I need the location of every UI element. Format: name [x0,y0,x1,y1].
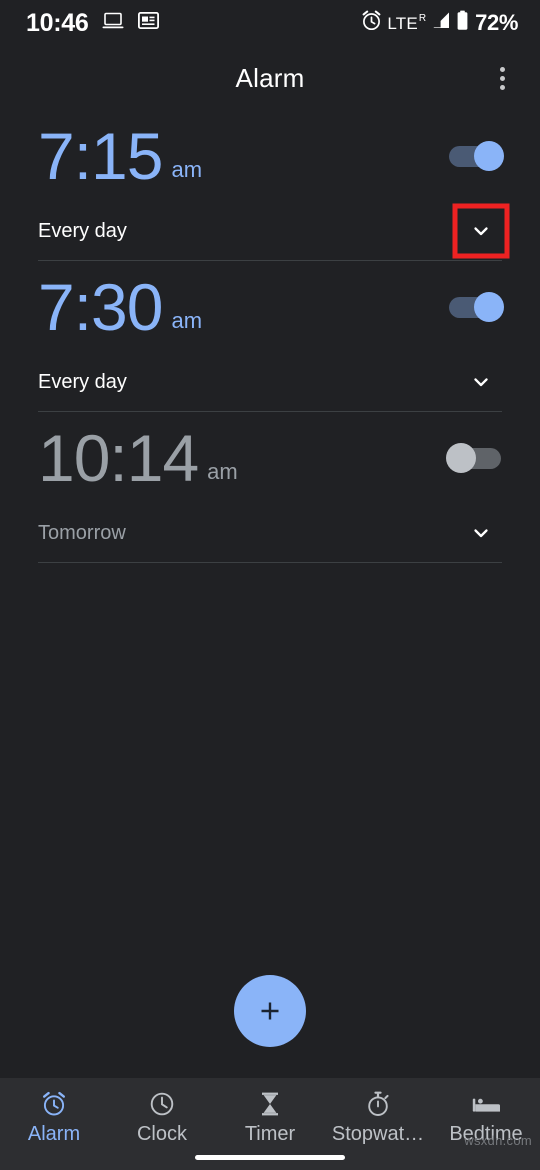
nav-item-timer[interactable]: Timer [216,1090,324,1146]
status-bar-left: 10:46 [26,8,160,37]
app-bar: Alarm [0,46,540,110]
status-bar: 10:46 LTE R 72% [0,0,540,46]
nav-item-clock[interactable]: Clock [108,1090,216,1146]
plus-icon [261,1002,279,1020]
alarm-expand-button[interactable] [458,510,504,556]
nav-label-clock: Clock [136,1123,187,1145]
nav-label-alarm: Alarm [27,1123,81,1145]
battery-icon [456,10,469,36]
bed-icon [471,1090,501,1118]
toggle-thumb [474,141,504,171]
stopwatch-icon [364,1090,392,1118]
overflow-menu-button[interactable] [482,58,522,98]
alarm-clock-icon [40,1090,68,1118]
network-type: LTE R [387,12,427,33]
nav-item-alarm[interactable]: Alarm [0,1090,108,1146]
hourglass-icon [256,1090,284,1118]
add-alarm-fab[interactable] [234,975,306,1047]
alarm-time-digits: 10:14 [38,421,199,495]
status-bar-clock: 10:46 [26,8,89,37]
alarm-schedule-row: Tomorrow [0,504,540,562]
alarm-time[interactable]: 7:30 am [38,274,446,340]
alarm-time-meridiem: am [171,308,203,333]
news-card-icon [138,11,160,34]
signal-icon [431,11,451,35]
alarm-schedule-row: Every day [0,202,540,260]
alarm-time-row: 7:15 am [0,110,540,202]
nav-item-stopwatch[interactable]: Stopwat… [324,1090,432,1146]
alarm-list: 7:15 am Every day 7:30 am Every day 10:1… [0,110,540,563]
toggle-thumb [474,292,504,322]
nav-label-timer: Timer [244,1123,296,1145]
alarm-time-row: 10:14 am [0,412,540,504]
chevron-down-icon [474,529,488,538]
alarm-toggle[interactable] [446,441,504,475]
chevron-down-icon [474,378,488,387]
network-label: LTE [387,13,418,33]
alarm-time-digits: 7:30 [38,270,163,344]
battery-percent: 72% [475,10,518,35]
toggle-thumb [446,443,476,473]
list-divider [38,562,502,563]
nav-label-stopwatch: Stopwat… [331,1123,425,1145]
alarm-toggle[interactable] [446,290,504,324]
dot-icon [499,66,505,72]
watermark: wsxdn.com [464,1133,532,1148]
laptop-cast-icon [102,12,124,35]
clock-icon [148,1090,176,1118]
alarm-item[interactable]: 10:14 am Tomorrow [0,412,540,562]
alarm-time[interactable]: 7:15 am [38,123,446,189]
dot-icon [499,75,505,81]
alarm-time-digits: 7:15 [38,119,163,193]
alarm-schedule-row: Every day [0,353,540,411]
alarm-time[interactable]: 10:14 am [38,425,446,491]
status-bar-right: LTE R 72% [361,10,518,36]
alarm-schedule-label: Every day [38,219,127,242]
alarm-item[interactable]: 7:15 am Every day [0,110,540,260]
alarm-toggle[interactable] [446,139,504,173]
alarm-expand-button[interactable] [458,208,504,254]
alarm-time-meridiem: am [207,459,238,484]
home-indicator[interactable] [195,1155,345,1160]
alarm-schedule-label: Every day [38,370,127,393]
alarm-time-row: 7:30 am [0,261,540,353]
alarm-item[interactable]: 7:30 am Every day [0,261,540,411]
alarm-expand-button[interactable] [458,359,504,405]
alarm-set-icon [361,10,382,36]
alarm-time-meridiem: am [171,157,203,182]
page-title: Alarm [235,62,305,93]
alarm-schedule-label: Tomorrow [38,521,126,544]
chevron-down-icon [474,227,488,236]
network-roaming-superscript: R [418,12,427,24]
dot-icon [499,84,505,90]
